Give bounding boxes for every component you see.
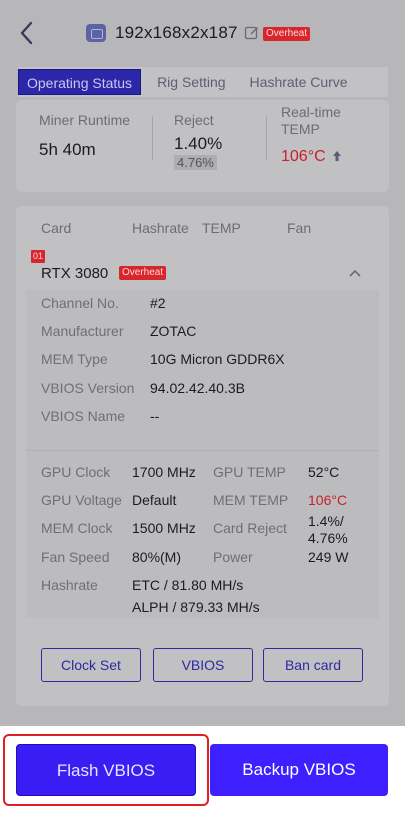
- info-key: MEM Type: [41, 351, 108, 367]
- stat-value-card-reject-line1: 1.4%/: [308, 513, 344, 529]
- info-key: Manufacturer: [41, 323, 124, 339]
- card-index-badge: 01: [31, 250, 46, 263]
- info-value: --: [150, 408, 160, 424]
- gpu-card-panel: Card Hashrate TEMP Fan 01 RTX 3080 Overh…: [16, 206, 389, 706]
- stat-key-mem-clock: MEM Clock: [41, 520, 113, 536]
- divider: [152, 116, 153, 160]
- overheat-badge: Overheat: [263, 27, 311, 41]
- stat-value-gpu-clock: 1700 MHz: [132, 464, 196, 480]
- gpu-name: RTX 3080: [41, 265, 109, 282]
- stat-value-card-reject-line2: 4.76%: [308, 530, 348, 546]
- top-header: 192x168x2x187 Overheat: [0, 0, 405, 64]
- gpu-stats-section: GPU Clock 1700 MHz GPU TEMP 52°C GPU Vol…: [26, 450, 379, 618]
- stat-key-card-reject: Card Reject: [213, 520, 287, 536]
- stat-value-hashrate-etc: ETC / 81.80 MH/s: [132, 577, 244, 593]
- runtime-label: Miner Runtime: [39, 112, 131, 128]
- edit-icon[interactable]: [244, 25, 260, 41]
- tab-bar: Operating Status Rig Setting Hashrate Cu…: [18, 67, 388, 97]
- stat-key-fan-speed: Fan Speed: [41, 549, 110, 565]
- temp-label-line1: Real-time: [281, 104, 341, 120]
- stat-value-fan-speed: 80%(M): [132, 549, 182, 565]
- info-value: ZOTAC: [150, 323, 197, 339]
- tab-operating-status[interactable]: Operating Status: [18, 69, 142, 95]
- info-value: 94.02.42.40.3B: [150, 380, 245, 396]
- backup-vbios-button[interactable]: Backup VBIOS: [210, 744, 388, 796]
- info-value: 10G Micron GDDR6X: [150, 351, 285, 367]
- reject-label: Reject: [174, 112, 214, 128]
- temp-readout: 106°C: [281, 148, 342, 166]
- stat-key-hashrate: Hashrate: [41, 577, 98, 593]
- stat-key-mem-temp: MEM TEMP: [213, 492, 289, 508]
- back-arrow-icon[interactable]: [16, 20, 38, 46]
- info-key: VBIOS Name: [41, 408, 126, 424]
- stat-key-gpu-voltage: GPU Voltage: [41, 492, 122, 508]
- runtime-block: Miner Runtime 5h 40m: [39, 112, 130, 160]
- stat-key-gpu-temp: GPU TEMP: [213, 464, 286, 480]
- column-header-card: Card: [41, 220, 72, 236]
- stat-value-hashrate-alph: ALPH / 879.33 MH/s: [132, 599, 260, 615]
- tab-hashrate-curve[interactable]: Hashrate Curve: [242, 69, 356, 95]
- stat-value-mem-clock: 1500 MHz: [132, 520, 196, 536]
- screen-dimmed-overlay: 192x168x2x187 Overheat Operating Status …: [0, 0, 405, 726]
- page-title: 192x168x2x187: [115, 23, 238, 42]
- rig-icon: [86, 24, 106, 42]
- divider: [266, 116, 267, 160]
- info-key: VBIOS Version: [41, 380, 135, 396]
- reject-block: Reject 1.40% 4.76%: [174, 112, 222, 172]
- summary-card: Miner Runtime 5h 40m Reject 1.40% 4.76% …: [16, 100, 389, 192]
- stat-key-gpu-clock: GPU Clock: [41, 464, 111, 480]
- stat-value-power: 249 W: [308, 549, 349, 565]
- info-key: Channel No.: [41, 295, 119, 311]
- stat-value-gpu-voltage: Default: [132, 492, 177, 508]
- column-header-temp: TEMP: [202, 220, 241, 236]
- temp-block: Real-time TEMP 106°C: [281, 104, 342, 166]
- runtime-value: 5h 40m: [39, 140, 96, 159]
- column-header-hashrate: Hashrate: [132, 220, 189, 236]
- vbios-button[interactable]: VBIOS: [153, 648, 253, 682]
- stat-value-gpu-temp: 52°C: [308, 464, 340, 480]
- temp-value: 106°C: [281, 148, 326, 165]
- tab-rig-setting[interactable]: Rig Setting: [149, 69, 233, 95]
- gpu-info-section: Channel No. #2 Manufacturer ZOTAC MEM Ty…: [26, 290, 379, 450]
- info-value: #2: [150, 295, 166, 311]
- stat-key-power: Power: [213, 549, 253, 565]
- stat-value-mem-temp: 106°C: [308, 492, 348, 508]
- temp-label-line2: TEMP: [281, 121, 320, 137]
- column-header-fan: Fan: [287, 220, 312, 236]
- flash-vbios-button[interactable]: Flash VBIOS: [16, 744, 196, 796]
- bottom-action-bar: Flash VBIOS Backup VBIOS: [0, 726, 405, 827]
- chevron-up-icon[interactable]: [347, 265, 363, 281]
- clock-set-button[interactable]: Clock Set: [41, 648, 141, 682]
- gpu-overheat-badge: Overheat: [119, 266, 167, 280]
- reject-sub-value: 4.76%: [174, 155, 217, 170]
- arrow-up-icon: [333, 151, 342, 161]
- reject-value: 1.40%: [174, 134, 223, 153]
- ban-card-button[interactable]: Ban card: [263, 648, 363, 682]
